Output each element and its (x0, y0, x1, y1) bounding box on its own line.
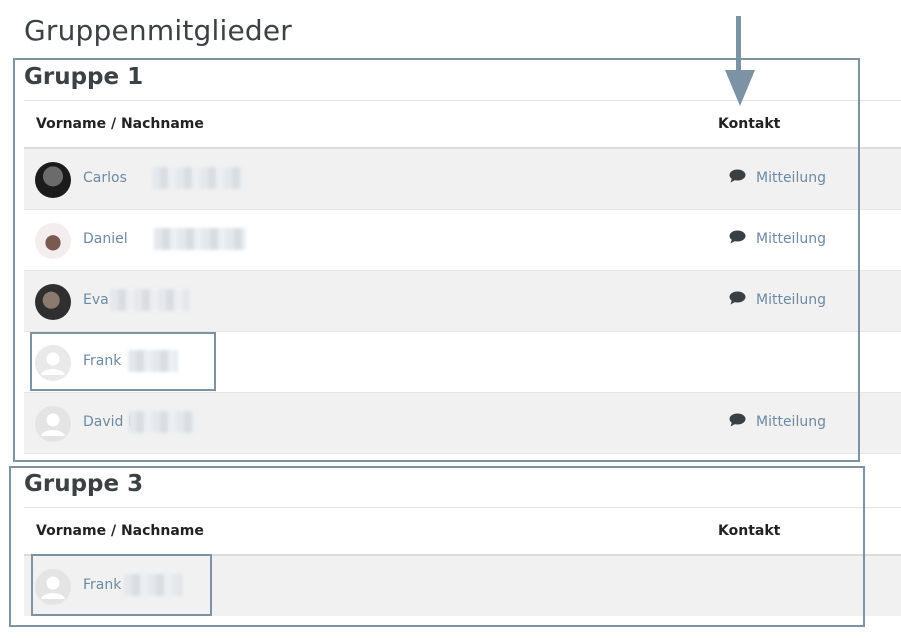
redacted-surname (128, 350, 178, 372)
group-3: Gruppe 3 Vorname / Nachname Kontakt Fran… (24, 467, 901, 616)
message-label: Mitteilung (756, 170, 826, 186)
table-row: David I Mitteilung (24, 393, 901, 454)
message-link[interactable]: Mitteilung (729, 413, 826, 431)
message-label: Mitteilung (756, 231, 826, 247)
member-name-link[interactable]: Carlos (83, 170, 127, 186)
column-header-contact: Kontakt (718, 116, 781, 132)
redacted-surname (154, 228, 246, 250)
member-name-link[interactable]: David I (83, 414, 132, 430)
message-bubble-icon (729, 230, 746, 248)
group-title: Gruppe 3 (24, 471, 144, 497)
avatar[interactable] (35, 284, 71, 320)
table-row: Daniel Mitteilung (24, 210, 901, 271)
message-link[interactable]: Mitteilung (729, 291, 826, 309)
table-row: Frank (24, 556, 901, 616)
table-header: Vorname / Nachname Kontakt (24, 100, 901, 149)
redacted-surname (128, 411, 198, 433)
redacted-surname (124, 574, 182, 596)
default-user-icon[interactable] (35, 406, 71, 442)
message-bubble-icon (729, 169, 746, 187)
table-header: Vorname / Nachname Kontakt (24, 507, 901, 556)
member-name-link[interactable]: Daniel (83, 231, 128, 247)
avatar[interactable] (35, 223, 71, 259)
table-row: Eva Mitteilung (24, 271, 901, 332)
page-title: Gruppenmitglieder (24, 14, 292, 47)
arrow-down-icon (725, 16, 755, 106)
column-header-contact: Kontakt (718, 523, 781, 539)
member-name-link[interactable]: Eva (83, 292, 109, 308)
redacted-surname (110, 289, 190, 311)
message-bubble-icon (729, 291, 746, 309)
table-row: Carlos Mitteilung (24, 149, 901, 210)
group-1: Gruppe 1 Vorname / Nachname Kontakt Carl… (24, 60, 901, 454)
message-link[interactable]: Mitteilung (729, 230, 826, 248)
avatar[interactable] (35, 162, 71, 198)
table-row: Frank (24, 332, 901, 393)
message-bubble-icon (729, 413, 746, 431)
member-name-link[interactable]: Frank (83, 353, 121, 369)
group-title: Gruppe 1 (24, 64, 144, 90)
member-name-link[interactable]: Frank (83, 577, 121, 593)
default-user-icon[interactable] (35, 345, 71, 381)
message-label: Mitteilung (756, 292, 826, 308)
column-header-name: Vorname / Nachname (36, 116, 204, 132)
default-user-icon[interactable] (35, 569, 71, 605)
message-label: Mitteilung (756, 414, 826, 430)
column-header-name: Vorname / Nachname (36, 523, 204, 539)
message-link[interactable]: Mitteilung (729, 169, 826, 187)
redacted-surname (152, 167, 244, 189)
